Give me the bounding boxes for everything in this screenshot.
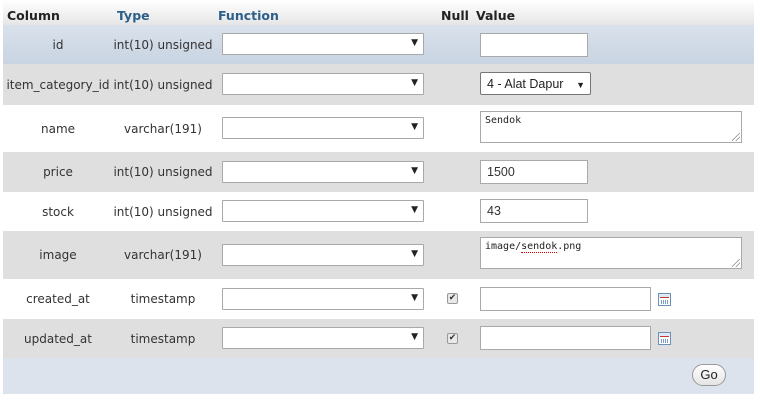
chevron-down-icon: ▼ [411, 122, 418, 132]
chevron-down-icon: ▼ [411, 249, 418, 259]
function-select[interactable]: ▼ [222, 327, 424, 349]
column-type: timestamp [130, 292, 196, 306]
table-row: updated_at timestamp ▼ ✔ [3, 319, 754, 358]
value-text-misspelled: sendok [521, 241, 558, 253]
function-select[interactable]: ▼ [222, 117, 424, 139]
value-input[interactable]: 43 [480, 199, 588, 223]
table-row: stock int(10) unsigned ▼ 43 [3, 192, 754, 231]
go-button[interactable]: Go [692, 364, 726, 386]
form-footer: Go [3, 358, 754, 394]
column-type: int(10) unsigned [113, 77, 213, 92]
column-name: created_at [26, 292, 90, 306]
calendar-icon[interactable] [658, 332, 671, 345]
value-text-prefix: image/ [485, 241, 522, 252]
table-row: price int(10) unsigned ▼ 1500 [3, 152, 754, 192]
column-name: updated_at [24, 331, 92, 346]
value-select-label: 4 - Alat Dapur [487, 77, 564, 91]
table-row: id int(10) unsigned ▼ [3, 25, 754, 64]
column-type: varchar(191) [124, 248, 202, 262]
value-input[interactable] [480, 33, 588, 57]
table-row: name varchar(191) ▼ Sendok [3, 105, 754, 152]
chevron-down-icon: ▼ [411, 78, 418, 88]
function-select[interactable]: ▼ [222, 288, 424, 310]
header-type[interactable]: Type [117, 9, 150, 23]
function-select[interactable]: ▼ [222, 33, 424, 55]
column-type: int(10) unsigned [113, 165, 213, 179]
function-select[interactable]: ▼ [222, 244, 424, 266]
function-select[interactable]: ▼ [222, 73, 424, 95]
null-checkbox[interactable]: ✔ [447, 333, 458, 344]
column-type: int(10) unsigned [113, 37, 213, 52]
header-null: Null [441, 8, 469, 23]
value-select[interactable]: 4 - Alat Dapur ▼ [480, 72, 591, 95]
resize-handle-icon[interactable] [732, 259, 740, 267]
chevron-down-icon: ▼ [411, 38, 418, 48]
column-name: item_category_id [6, 77, 110, 92]
chevron-down-icon: ▼ [411, 293, 418, 303]
table-row: item_category_id int(10) unsigned ▼ 4 - … [3, 64, 754, 105]
null-checkbox[interactable]: ✔ [447, 293, 458, 304]
value-text-suffix: .png [557, 241, 582, 252]
column-type: varchar(191) [124, 121, 202, 136]
header-value: Value [476, 8, 516, 23]
column-name: id [52, 37, 64, 52]
value-input[interactable] [480, 287, 651, 311]
column-name: price [43, 165, 73, 179]
chevron-down-icon: ▼ [411, 166, 418, 176]
value-textarea[interactable]: Sendok [480, 111, 742, 143]
table-row: image varchar(191) ▼ image/sendok.png [3, 231, 754, 279]
chevron-down-icon: ▼ [576, 80, 585, 90]
header-function[interactable]: Function [218, 9, 279, 23]
column-name: name [40, 121, 76, 136]
header-column: Column [7, 8, 60, 23]
function-select[interactable]: ▼ [222, 200, 424, 222]
column-type: int(10) unsigned [113, 204, 213, 219]
chevron-down-icon: ▼ [411, 332, 418, 342]
value-text: Sendok [485, 115, 522, 126]
resize-handle-icon[interactable] [732, 133, 740, 141]
table-header: Column Type Function Null Value [3, 0, 754, 25]
value-input[interactable] [480, 326, 651, 350]
function-select[interactable]: ▼ [222, 161, 424, 183]
table-row: created_at timestamp ▼ ✔ [3, 279, 754, 319]
column-name: image [39, 248, 77, 262]
chevron-down-icon: ▼ [411, 205, 418, 215]
value-input[interactable]: 1500 [480, 160, 588, 184]
calendar-icon[interactable] [658, 293, 671, 306]
column-name: stock [42, 204, 74, 219]
value-textarea[interactable]: image/sendok.png [480, 237, 742, 269]
column-type: timestamp [130, 331, 196, 346]
